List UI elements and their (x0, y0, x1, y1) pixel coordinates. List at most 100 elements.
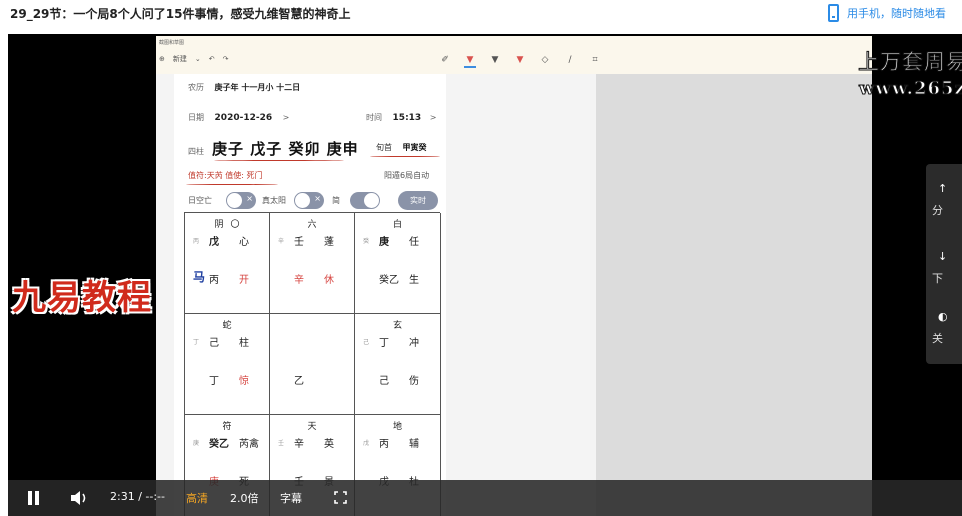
palace-deity: 天 (270, 419, 354, 432)
toggle-icon[interactable]: ◐ (938, 310, 952, 324)
video-player[interactable]: 截图和草图 ⊕ 新建 ⌄ ↶ ↷ ✐ ▼ ▼ ▼ ◇ ∕ ⌗ 上万套周易 www… (8, 34, 962, 516)
yangdun-ju: 阳遁6局自动 (384, 171, 430, 180)
date-row[interactable]: 日期 2020-12-26 > (188, 112, 289, 123)
lunar-label: 农历 (188, 83, 204, 92)
handwritten-underline (370, 156, 440, 157)
palace-hidden-stem: 丁 (209, 376, 219, 387)
palace-door-row: 乙 (294, 372, 304, 387)
pen-dark-icon: ▼ (491, 55, 499, 65)
kongwang-toggle[interactable]: × (226, 192, 256, 209)
xunshou-value: 甲寅癸 (402, 143, 427, 152)
palace-deity: 阴〇 (185, 217, 269, 230)
palace-heaven-row: 戊心 (209, 233, 249, 248)
handwritten-underline (214, 160, 344, 161)
toolbar-title: 截图和草图 (159, 40, 185, 46)
zhifu-zhishi: 值符:天芮 值使: 死门 (188, 171, 263, 180)
palace-cell: 乙 (270, 314, 355, 415)
quality-button[interactable]: 高清 (186, 490, 208, 506)
palace-deity-char: 玄 (392, 321, 402, 331)
time-row[interactable]: 时间 15:13 > (366, 112, 436, 123)
top-bar: 29_29节：一个局8个人问了15件事情，感受九维智慧的神奇上 用手机，随时随地… (0, 0, 962, 26)
palace-cell: 白癸庚任癸乙生 (355, 213, 441, 314)
toggle-knob (227, 193, 242, 208)
palace-star: 芮禽 (239, 439, 259, 450)
palace-door-row: 辛休 (294, 271, 334, 286)
palace-deity: 六 (270, 217, 354, 230)
palace-heaven-row: 癸乙 芮禽 (209, 435, 259, 450)
playback-time: 2:31 / --:-- (110, 490, 165, 503)
date-value: 2020-12-26 (214, 113, 273, 123)
palace-earth-stem: 辛 (278, 238, 285, 245)
undo-icon: ↶ (208, 55, 215, 63)
palace-heaven-stem: 癸乙 (209, 439, 229, 450)
palace-heaven-row: 己柱 (209, 334, 249, 349)
pillars-label: 四柱 (188, 147, 204, 156)
pause-icon[interactable] (28, 491, 39, 505)
realtime-button[interactable]: 实时 (398, 191, 438, 210)
palace-deity: 玄 (355, 318, 440, 331)
kongwang-label: 日空亡 (188, 196, 212, 205)
speed-button[interactable]: 2.0倍 (230, 490, 259, 506)
palace-deity: 蛇 (185, 318, 269, 331)
palace-door-row: 丙开 (209, 271, 249, 286)
palace-deity-char: 天 (307, 422, 317, 432)
horse-star-mark: 马 (193, 270, 206, 284)
palace-hidden-stem: 辛 (294, 275, 304, 286)
highlighter-icon: ▼ (516, 55, 524, 65)
snip-toolbar: 截图和草图 ⊕ 新建 ⌄ ↶ ↷ ✐ ▼ ▼ ▼ ◇ ∕ ⌗ (156, 36, 872, 74)
redo-icon: ↷ (222, 55, 229, 63)
pillars-value: 庚子 戊子 癸卯 庚申 (212, 140, 359, 158)
toolbar-new-label: 新建 (172, 55, 187, 63)
video-title: 29_29节：一个局8个人问了15件事情，感受九维智慧的神奇上 (10, 7, 351, 21)
palace-earth-stem: 庚 (193, 440, 200, 447)
palace-deity: 地 (355, 419, 440, 432)
toolbar-tools: ✐ ▼ ▼ ▼ ◇ ∕ ⌗ (439, 54, 601, 68)
palace-earth-stem: 丁 (193, 339, 200, 346)
simple-toggle[interactable] (350, 192, 380, 209)
xunshou: 旬首 甲寅癸 (376, 142, 427, 153)
palace-heaven-stem: 庚 (379, 237, 389, 248)
palace-hidden-stem: 癸乙 (379, 275, 399, 286)
toggle-knob (295, 193, 310, 208)
chevron-down-icon: ⌄ (194, 55, 201, 63)
palace-cell: 阴〇丙 戊心丙开马 (185, 213, 270, 314)
download-icon[interactable]: ↓ (938, 250, 952, 264)
page: 29_29节：一个局8个人问了15件事情，感受九维智慧的神奇上 用手机，随时随地… (0, 0, 962, 516)
brand-overlay: 九易教程 (12, 278, 152, 318)
palace-star: 辅 (409, 439, 419, 450)
palace-hidden-stem: 乙 (294, 376, 304, 387)
palace-door-row: 丁惊 (209, 372, 249, 387)
crop-icon: ⌗ (592, 55, 598, 65)
palace-hidden-stem: 己 (379, 376, 389, 387)
watermark-title: 上万套周易资料教程 (858, 50, 962, 75)
palace-earth-stem: 丙 (193, 238, 200, 245)
toggle-knob (364, 193, 379, 208)
watch-on-mobile-link[interactable]: 用手机，随时随地看 (828, 3, 946, 23)
fullscreen-icon[interactable] (334, 491, 347, 504)
palace-deity: 符 (185, 419, 269, 432)
subtitle-button[interactable]: 字幕 (280, 490, 302, 506)
pen-red-icon: ▼ (464, 54, 476, 68)
mobile-phone-icon (828, 4, 839, 22)
download-label[interactable]: 下 (932, 270, 943, 286)
close-icon: × (314, 194, 321, 203)
handwritten-underline (186, 184, 278, 185)
palace-door: 惊 (239, 376, 249, 387)
new-snip-icon: ⊕ (159, 55, 165, 63)
palace-heaven-row: 辛英 (294, 435, 334, 450)
palace-door: 伤 (409, 376, 419, 387)
volume-icon[interactable] (70, 490, 90, 506)
share-icon[interactable]: ↑ (938, 182, 952, 196)
palace-heaven-row: 庚任 (379, 233, 419, 248)
palace-deity-char: 〇 (230, 220, 240, 230)
palace-door: 休 (324, 275, 334, 286)
options-row: 日空亡 × 真太阳 × 简 实时 (188, 190, 438, 210)
palace-star: 英 (324, 439, 334, 450)
palace-star: 冲 (409, 338, 419, 349)
slide-background (596, 74, 872, 516)
true-sun-toggle[interactable]: × (294, 192, 324, 209)
close-label[interactable]: 关 (932, 330, 943, 346)
player-controls: 2:31 / --:-- 高清 2.0倍 字幕 (8, 480, 962, 516)
share-label[interactable]: 分 (932, 202, 943, 218)
palace-deity-char: 地 (392, 422, 402, 432)
